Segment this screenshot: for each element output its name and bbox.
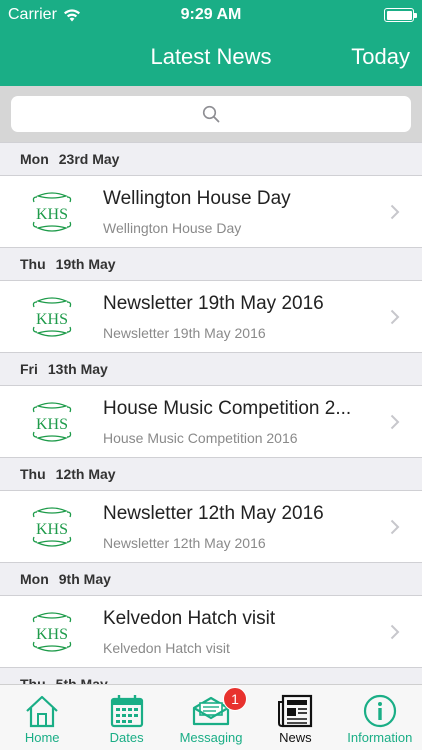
section-day: Thu — [20, 256, 46, 272]
school-logo-icon: KHS — [32, 507, 72, 547]
section-header: Thu 19th May — [0, 247, 422, 281]
school-logo-icon: KHS — [32, 612, 72, 652]
tab-information[interactable]: Information — [338, 685, 422, 750]
svg-text:KHS: KHS — [36, 311, 68, 328]
school-logo-icon: KHS — [32, 192, 72, 232]
search-input[interactable] — [11, 96, 411, 132]
tab-messaging[interactable]: 1 Messaging — [169, 685, 253, 750]
news-subtitle: Kelvedon Hatch visit — [103, 640, 230, 656]
section-header: Thu 12th May — [0, 457, 422, 491]
tab-label: Information — [347, 730, 413, 745]
battery-icon — [384, 8, 417, 22]
news-subtitle: House Music Competition 2016 — [103, 430, 298, 446]
news-subtitle: Newsletter 19th May 2016 — [103, 325, 266, 341]
tab-label: Home — [24, 730, 60, 745]
news-list[interactable]: Mon 23rd May KHS Wellington House Day We… — [0, 142, 422, 684]
header: Carrier 9:29 AM Latest News Today — [0, 0, 422, 86]
tab-bar: Home Dates 1 Messaging News Information — [0, 684, 422, 750]
news-title: House Music Competition 2... — [103, 398, 352, 419]
news-item[interactable]: KHS Kelvedon Hatch visit Kelvedon Hatch … — [0, 596, 422, 667]
school-logo-icon: KHS — [32, 402, 72, 442]
section-day: Thu — [20, 676, 46, 684]
section-date: 23rd May — [58, 151, 120, 167]
newspaper-icon — [278, 694, 313, 728]
tab-label: Messaging — [179, 730, 243, 745]
news-item[interactable]: KHS House Music Competition 2... House M… — [0, 386, 422, 457]
section-day: Mon — [20, 151, 49, 167]
chevron-right-icon — [390, 624, 400, 640]
chevron-right-icon — [390, 309, 400, 325]
section-date: 12th May — [55, 466, 116, 482]
calendar-icon — [110, 695, 143, 728]
tab-dates[interactable]: Dates — [84, 685, 168, 750]
news-title: Kelvedon Hatch visit — [103, 608, 276, 629]
news-item[interactable]: KHS Wellington House Day Wellington Hous… — [0, 176, 422, 247]
unread-badge: 1 — [223, 687, 248, 711]
news-title: Newsletter 19th May 2016 — [103, 293, 324, 314]
section-day: Thu — [20, 466, 46, 482]
today-button[interactable]: Today — [351, 44, 410, 70]
svg-text:KHS: KHS — [36, 521, 68, 538]
info-icon — [363, 694, 396, 728]
section-header: Fri 13th May — [0, 352, 422, 386]
tab-home[interactable]: Home — [0, 685, 84, 750]
home-icon — [26, 695, 58, 728]
section-day: Mon — [20, 571, 49, 587]
clock: 9:29 AM — [180, 6, 242, 23]
tab-news[interactable]: News — [253, 685, 337, 750]
news-title: Newsletter 12th May 2016 — [103, 503, 324, 524]
news-subtitle: Wellington House Day — [103, 220, 242, 236]
section-header: Mon 9th May — [0, 562, 422, 596]
school-logo-icon: KHS — [32, 297, 72, 337]
svg-text:KHS: KHS — [36, 416, 68, 433]
news-subtitle: Newsletter 12th May 2016 — [103, 535, 266, 551]
section-header: Mon 23rd May — [0, 142, 422, 176]
search-icon — [202, 105, 220, 123]
section-date: 9th May — [58, 571, 111, 587]
svg-text:KHS: KHS — [36, 626, 68, 643]
tab-label: News — [279, 730, 312, 745]
svg-text:KHS: KHS — [36, 206, 68, 223]
news-item[interactable]: KHS Newsletter 12th May 2016 Newsletter … — [0, 491, 422, 562]
news-title: Wellington House Day — [103, 188, 291, 209]
tab-label: Dates — [109, 730, 144, 745]
section-date: 19th May — [55, 256, 116, 272]
search-bar — [0, 86, 422, 142]
news-item[interactable]: KHS Newsletter 19th May 2016 Newsletter … — [0, 281, 422, 352]
section-date: 13th May — [47, 361, 108, 377]
section-day: Fri — [20, 361, 38, 377]
chevron-right-icon — [390, 204, 400, 220]
section-header: Thu 5th May — [0, 667, 422, 684]
chevron-right-icon — [390, 519, 400, 535]
chevron-right-icon — [390, 414, 400, 430]
status-bar: Carrier 9:29 AM — [0, 0, 422, 30]
section-date: 5th May — [55, 676, 108, 684]
